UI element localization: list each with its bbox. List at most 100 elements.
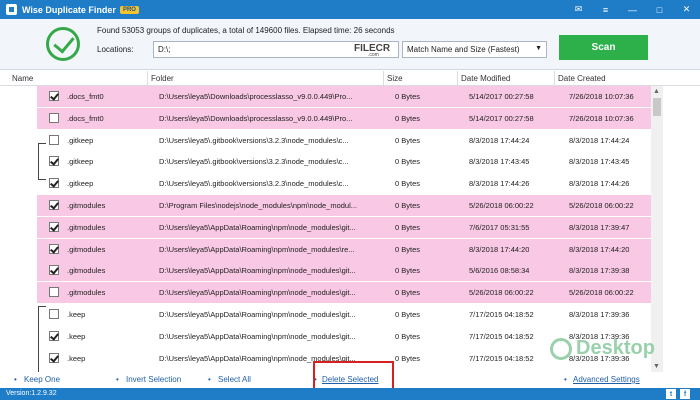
- mail-icon[interactable]: ✉: [565, 0, 592, 19]
- row-checkbox[interactable]: [49, 243, 59, 254]
- minimize-icon[interactable]: —: [619, 0, 646, 19]
- title-bar: Wise Duplicate Finder PRO ✉ ≡ — □ ✕: [0, 0, 700, 19]
- row-name: .gitkeep: [67, 179, 94, 189]
- table-row[interactable]: .gitkeep D:\Users\leya5\.gitbook\versions…: [37, 151, 651, 173]
- group-bracket: [38, 306, 46, 376]
- row-checkbox[interactable]: [49, 134, 59, 145]
- row-date-created: 8/3/2018 17:44:26: [569, 179, 630, 189]
- column-size[interactable]: Size: [387, 74, 403, 83]
- row-date-created: 7/26/2018 10:07:36: [569, 92, 634, 101]
- row-date-created: 7/26/2018 10:07:36: [569, 113, 634, 123]
- column-name[interactable]: Name: [12, 74, 33, 83]
- table-row[interactable]: .gitmodules D:\Users\leya5\AppData\Roamin…: [37, 260, 651, 282]
- row-size: 0 Bytes: [395, 288, 421, 298]
- column-folder[interactable]: Folder: [151, 74, 174, 83]
- window-controls: ✉ ≡ — □ ✕: [565, 0, 700, 19]
- table-row[interactable]: .gitkeep D:\Users\leya5\.gitbook\versions…: [37, 129, 651, 151]
- row-name: .keep: [67, 353, 86, 363]
- version-text: Version:1.2.9.32: [6, 390, 57, 397]
- column-header: Name Folder Size Date Modified Date Crea…: [0, 71, 700, 86]
- row-date-modified: 8/3/2018 17:44:24: [469, 135, 530, 145]
- row-folder: D:\Users\leya5\.gitbook\versions\3.2.3\n…: [159, 179, 349, 189]
- scroll-up-icon[interactable]: ▲: [653, 88, 660, 95]
- row-date-modified: 5/26/2018 06:00:22: [469, 201, 534, 210]
- scan-status: Found 53053 groups of duplicates, a tota…: [97, 26, 395, 35]
- table-row[interactable]: .gitkeep D:\Users\leya5\.gitbook\versions…: [37, 173, 651, 195]
- table-row[interactable]: .gitmodules D:\Users\leya5\AppData\Roamin…: [37, 238, 651, 260]
- keep-one-link[interactable]: Keep One: [24, 375, 60, 384]
- group-bracket: [38, 143, 46, 180]
- row-date-modified: 8/3/2018 17:43:45: [469, 157, 530, 167]
- row-folder: D:\Users\leya5\AppData\Roaming\npm\node_…: [159, 310, 356, 319]
- row-date-modified: 7/17/2015 04:18:52: [469, 353, 534, 363]
- row-date-modified: 5/14/2017 00:27:58: [469, 92, 534, 101]
- row-checkbox[interactable]: [49, 309, 59, 319]
- scroll-thumb[interactable]: [653, 98, 661, 116]
- row-checkbox[interactable]: [49, 221, 59, 232]
- row-checkbox[interactable]: [49, 91, 59, 101]
- column-date-created[interactable]: Date Created: [558, 74, 606, 83]
- scroll-down-icon[interactable]: ▼: [653, 363, 660, 370]
- row-name: .gitmodules: [67, 244, 106, 254]
- row-checkbox[interactable]: [49, 265, 59, 276]
- row-folder: D:\Users\leya5\AppData\Roaming\npm\node_…: [159, 331, 356, 341]
- row-checkbox[interactable]: [49, 200, 59, 210]
- bullet-icon: •: [116, 375, 119, 384]
- row-size: 0 Bytes: [395, 222, 421, 232]
- row-size: 0 Bytes: [395, 244, 421, 254]
- row-size: 0 Bytes: [395, 201, 421, 210]
- desktop-watermark-text: Desktop: [576, 337, 655, 359]
- match-mode-value: Match Name and Size (Fastest): [407, 45, 520, 54]
- row-checkbox[interactable]: [49, 330, 59, 341]
- row-checkbox[interactable]: [49, 352, 59, 363]
- status-bar: Version:1.2.9.32: [0, 388, 700, 400]
- filecr-watermark: FILECR .com: [354, 43, 390, 58]
- row-checkbox[interactable]: [49, 156, 59, 167]
- row-date-modified: 7/6/2017 05:31:55: [469, 222, 530, 232]
- duplicates-list: .docs_fmt0 D:\Users\leya5\Downloads\proce…: [37, 86, 651, 372]
- row-folder: D:\Users\leya5\Downloads\processlasso_v9…: [159, 92, 353, 101]
- match-mode-select[interactable]: Match Name and Size (Fastest) ▼: [402, 41, 547, 58]
- table-row[interactable]: .docs_fmt0 D:\Users\leya5\Downloads\proce…: [37, 86, 651, 107]
- vertical-scrollbar[interactable]: ▲ ▼: [651, 86, 663, 372]
- row-folder: D:\Users\leya5\AppData\Roaming\npm\node_…: [159, 222, 356, 232]
- row-size: 0 Bytes: [395, 310, 421, 319]
- row-date-modified: 5/6/2016 08:58:34: [469, 266, 530, 276]
- row-folder: D:\Users\leya5\.gitbook\versions\3.2.3\n…: [159, 157, 349, 167]
- row-date-created: 8/3/2018 17:39:38: [569, 266, 630, 276]
- row-name: .keep: [67, 310, 86, 319]
- row-folder: D:\Users\leya5\AppData\Roaming\npm\node_…: [159, 244, 355, 254]
- row-size: 0 Bytes: [395, 353, 421, 363]
- scan-header: Found 53053 groups of duplicates, a tota…: [0, 19, 700, 70]
- row-checkbox[interactable]: [49, 178, 59, 189]
- close-icon[interactable]: ✕: [673, 0, 700, 19]
- app-icon: [6, 4, 17, 15]
- column-date-modified[interactable]: Date Modified: [461, 74, 510, 83]
- row-date-created: 5/26/2018 06:00:22: [569, 201, 634, 210]
- row-date-modified: 5/26/2018 06:00:22: [469, 288, 534, 298]
- row-checkbox[interactable]: [49, 287, 59, 298]
- row-size: 0 Bytes: [395, 179, 421, 189]
- facebook-icon[interactable]: f: [680, 389, 690, 399]
- table-row[interactable]: .gitmodules D:\Users\leya5\AppData\Roamin…: [37, 216, 651, 238]
- row-name: .gitmodules: [67, 201, 106, 210]
- row-folder: D:\Users\leya5\.gitbook\versions\3.2.3\n…: [159, 135, 349, 145]
- table-row[interactable]: .gitmodules D:\Program Files\nodejs\node_…: [37, 195, 651, 216]
- select-all-link[interactable]: Select All: [218, 375, 251, 384]
- row-checkbox[interactable]: [49, 112, 59, 123]
- row-date-modified: 5/14/2017 00:27:58: [469, 113, 534, 123]
- row-date-created: 8/3/2018 17:44:24: [569, 135, 630, 145]
- table-row[interactable]: .docs_fmt0 D:\Users\leya5\Downloads\proce…: [37, 107, 651, 129]
- table-row[interactable]: .keep D:\Users\leya5\AppData\Roaming\npm\…: [37, 304, 651, 325]
- row-folder: D:\Users\leya5\AppData\Roaming\npm\node_…: [159, 288, 356, 298]
- menu-icon[interactable]: ≡: [592, 0, 619, 19]
- invert-selection-link[interactable]: Invert Selection: [126, 375, 181, 384]
- maximize-icon[interactable]: □: [646, 0, 673, 19]
- twitter-icon[interactable]: t: [666, 389, 676, 399]
- table-row[interactable]: .gitmodules D:\Users\leya5\AppData\Roamin…: [37, 282, 651, 304]
- scan-button[interactable]: Scan: [559, 35, 648, 60]
- row-date-created: 8/3/2018 17:39:47: [569, 222, 630, 232]
- advanced-settings-link[interactable]: Advanced Settings: [573, 375, 640, 384]
- row-size: 0 Bytes: [395, 266, 421, 276]
- success-check-icon: [46, 27, 80, 61]
